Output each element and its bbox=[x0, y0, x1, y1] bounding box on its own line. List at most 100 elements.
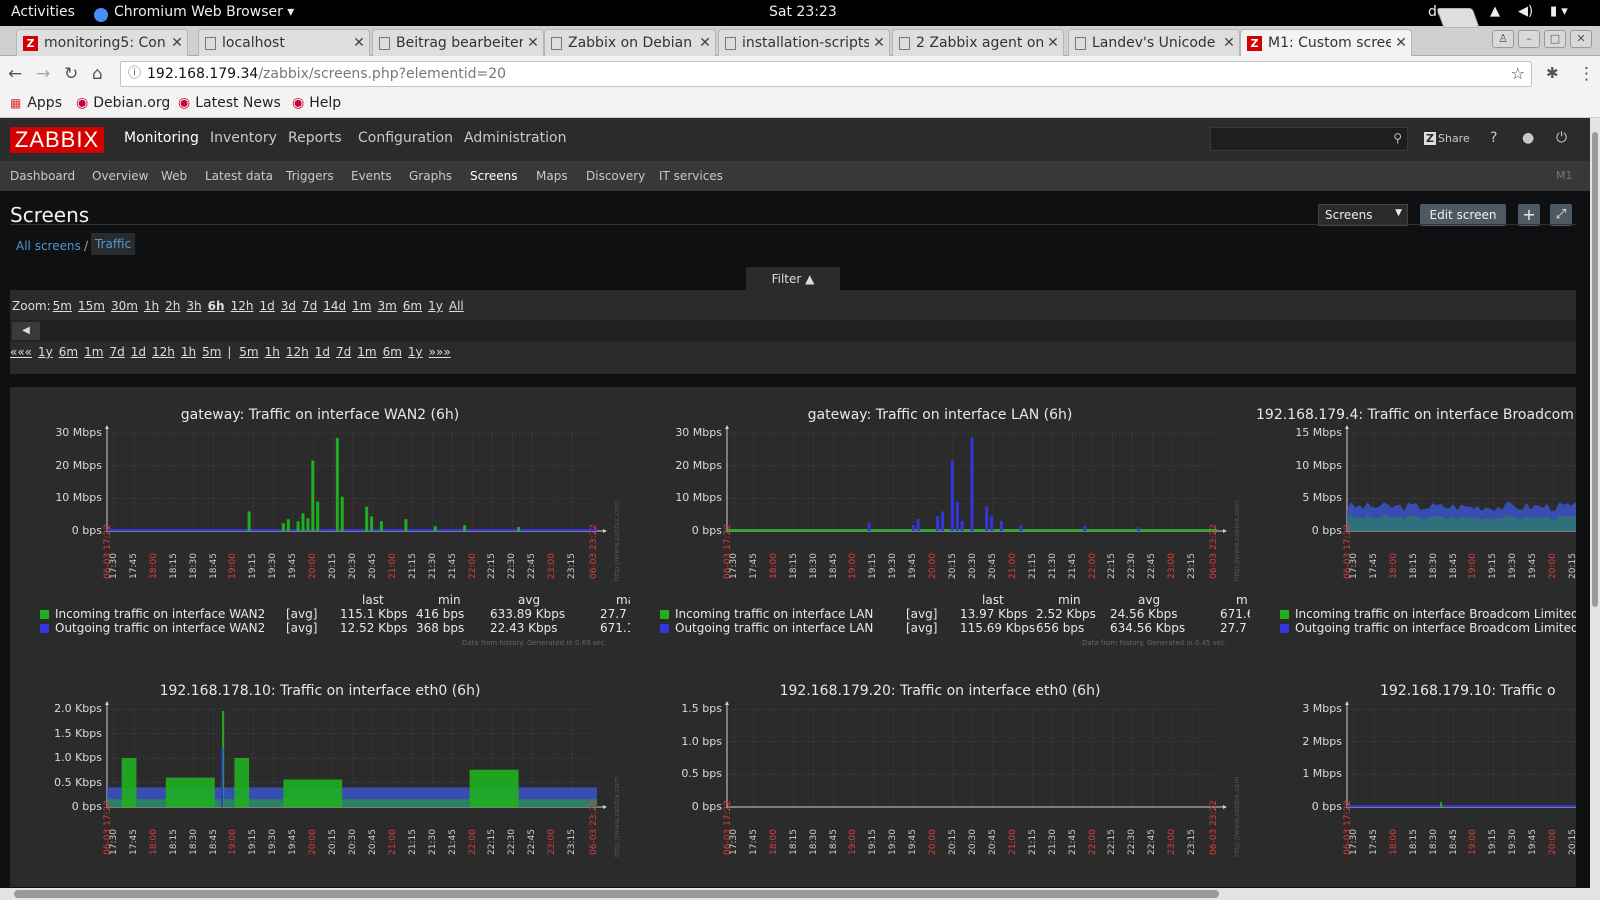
back-icon[interactable]: ← bbox=[8, 64, 22, 84]
menu-reports[interactable]: Reports bbox=[288, 130, 342, 146]
menu-icon[interactable]: ⋮ bbox=[1578, 64, 1595, 84]
submenu-discovery[interactable]: Discovery bbox=[586, 169, 645, 183]
filter-toggle[interactable]: Filter ▲ bbox=[746, 267, 840, 291]
zoom-option[interactable]: 30m bbox=[111, 299, 138, 313]
nav-forward-option[interactable]: 12h bbox=[286, 345, 309, 359]
zoom-option[interactable]: 1y bbox=[428, 299, 443, 313]
nav-back-option[interactable]: 12h bbox=[152, 345, 175, 359]
zoom-option[interactable]: All bbox=[449, 299, 464, 313]
share-link[interactable]: Z Share bbox=[1424, 132, 1470, 145]
zoom-option[interactable]: 1d bbox=[259, 299, 274, 313]
submenu-maps[interactable]: Maps bbox=[536, 169, 568, 183]
nav-forward-option[interactable]: 5m bbox=[239, 345, 258, 359]
submenu-dashboard[interactable]: Dashboard bbox=[10, 169, 75, 183]
nav-forward-option[interactable]: 7d bbox=[336, 345, 351, 359]
screens-select[interactable]: Screens ▼ bbox=[1318, 204, 1408, 226]
menu-configuration[interactable]: Configuration bbox=[358, 130, 453, 146]
sign-out-icon[interactable]: ⏻ bbox=[1556, 130, 1567, 146]
zoom-option[interactable]: 3h bbox=[186, 299, 201, 313]
browser-tab[interactable]: Beitrag bearbeiten ✕ bbox=[372, 29, 544, 56]
info-icon[interactable]: ⓘ bbox=[128, 62, 141, 86]
reload-icon[interactable]: ↻ bbox=[64, 64, 78, 84]
close-tab-icon[interactable]: ✕ bbox=[523, 35, 543, 51]
zoom-option[interactable]: 5m bbox=[53, 299, 72, 313]
browser-tab[interactable]: Landev's Unicode ✕ bbox=[1068, 29, 1240, 56]
new-tab-button[interactable] bbox=[1436, 8, 1480, 28]
nav-forward-option[interactable]: 6m bbox=[383, 345, 402, 359]
nav-back-option[interactable]: 1h bbox=[181, 345, 196, 359]
traffic-graph[interactable]: 192.168.179.4: Traffic on interface Broa… bbox=[1250, 387, 1576, 663]
profile-button[interactable]: ♙ bbox=[1492, 30, 1514, 48]
bookmark-latest-news[interactable]: ◉ Latest News bbox=[178, 95, 281, 111]
browser-tab[interactable]: 2 Zabbix agent on ✕ bbox=[892, 29, 1064, 56]
forward-icon[interactable]: → bbox=[36, 64, 50, 84]
submenu-latest-data[interactable]: Latest data bbox=[205, 169, 273, 183]
clock[interactable]: Sat 23:23 bbox=[769, 4, 837, 20]
nav-forward-option[interactable]: »»» bbox=[429, 345, 451, 359]
close-tab-icon[interactable]: ✕ bbox=[1043, 35, 1063, 51]
nav-back-option[interactable]: 5m bbox=[202, 345, 221, 359]
browser-tab[interactable]: Zmonitoring5: Con ✕ bbox=[16, 29, 188, 56]
submenu-graphs[interactable]: Graphs bbox=[409, 169, 452, 183]
maximize-button[interactable]: □ bbox=[1544, 30, 1566, 48]
zabbix-logo[interactable]: ZABBIX bbox=[10, 127, 104, 153]
browser-tab[interactable]: Zabbix on Debian ✕ bbox=[544, 29, 716, 56]
volume-icon[interactable]: ◀) bbox=[1518, 4, 1533, 19]
zoom-option[interactable]: 7d bbox=[302, 299, 317, 313]
nav-forward-option[interactable]: 1y bbox=[408, 345, 423, 359]
battery-icon[interactable]: ▮ ▾ bbox=[1550, 4, 1568, 19]
traffic-graph[interactable]: gateway: Traffic on interface WAN2 (6h) 3… bbox=[10, 387, 630, 663]
app-menu[interactable]: Chromium Web Browser ▾ bbox=[94, 4, 294, 22]
close-tab-icon[interactable]: ✕ bbox=[167, 35, 187, 51]
browser-tab[interactable]: Z M1: Custom scree ✕ bbox=[1240, 29, 1412, 56]
zoom-option[interactable]: 1m bbox=[352, 299, 371, 313]
zoom-option[interactable]: 3d bbox=[281, 299, 296, 313]
submenu-overview[interactable]: Overview bbox=[92, 169, 149, 183]
traffic-graph[interactable]: 192.168.178.10: Traffic on interface eth… bbox=[10, 663, 630, 887]
bookmark-help[interactable]: ◉ Help bbox=[292, 95, 341, 111]
close-tab-icon[interactable]: ✕ bbox=[349, 35, 369, 51]
add-icon[interactable]: + bbox=[1518, 204, 1540, 226]
zoom-option[interactable]: 3m bbox=[377, 299, 396, 313]
nav-back-option[interactable]: 6m bbox=[59, 345, 78, 359]
nav-back-option[interactable]: 1d bbox=[131, 345, 146, 359]
menu-inventory[interactable]: Inventory bbox=[210, 130, 277, 146]
close-tab-icon[interactable]: ✕ bbox=[695, 35, 715, 51]
bookmark-apps[interactable]: ▦ Apps bbox=[10, 95, 62, 111]
help-icon[interactable]: ? bbox=[1490, 130, 1497, 146]
nav-forward-option[interactable]: 1h bbox=[265, 345, 280, 359]
search-input[interactable]: ⚲ bbox=[1210, 127, 1408, 151]
zoom-option[interactable]: 2h bbox=[165, 299, 180, 313]
minimize-button[interactable]: – bbox=[1518, 30, 1540, 48]
nav-forward-option[interactable]: 1m bbox=[357, 345, 376, 359]
nav-back-option[interactable]: ««« bbox=[10, 345, 32, 359]
nav-back-option[interactable]: 1y bbox=[38, 345, 53, 359]
address-bar[interactable]: ⓘ 192.168.179.34/zabbix/screens.php?elem… bbox=[120, 61, 1532, 87]
extension-icon[interactable]: ✱ bbox=[1546, 64, 1559, 82]
submenu-web[interactable]: Web bbox=[161, 169, 187, 183]
close-tab-icon[interactable]: ✕ bbox=[1219, 35, 1239, 51]
zoom-option[interactable]: 1h bbox=[144, 299, 159, 313]
activities-button[interactable]: Activities bbox=[11, 4, 75, 20]
menu-administration[interactable]: Administration bbox=[464, 130, 566, 146]
submenu-events[interactable]: Events bbox=[351, 169, 392, 183]
traffic-graph[interactable]: 192.168.179.10: Traffic o3 Mbps 2 Mbps 1 M… bbox=[1250, 663, 1576, 887]
bookmark-star-icon[interactable]: ☆ bbox=[1511, 62, 1525, 86]
home-icon[interactable]: ⌂ bbox=[92, 64, 103, 84]
search-icon[interactable]: ⚲ bbox=[1393, 131, 1402, 145]
close-tab-icon[interactable]: ✕ bbox=[1391, 35, 1411, 51]
zoom-option[interactable]: 6h bbox=[208, 299, 225, 313]
close-tab-icon[interactable]: ✕ bbox=[869, 35, 889, 51]
submenu-triggers[interactable]: Triggers bbox=[286, 169, 334, 183]
breadcrumb-all-screens[interactable]: All screens bbox=[16, 239, 81, 253]
traffic-graph[interactable]: 192.168.179.20: Traffic on interface eth… bbox=[630, 663, 1250, 887]
network-icon[interactable]: ▲ bbox=[1490, 4, 1500, 19]
fullscreen-icon[interactable]: ⤢ bbox=[1550, 204, 1572, 226]
menu-monitoring[interactable]: Monitoring bbox=[124, 130, 199, 146]
close-window-button[interactable]: ✕ bbox=[1570, 30, 1592, 48]
user-profile-icon[interactable]: ● bbox=[1522, 130, 1534, 146]
bookmark-debian[interactable]: ◉ Debian.org bbox=[76, 95, 170, 111]
zoom-option[interactable]: 14d bbox=[323, 299, 346, 313]
horizontal-scroll-thumb[interactable] bbox=[14, 890, 1219, 898]
vertical-scroll-thumb[interactable] bbox=[1592, 132, 1598, 607]
